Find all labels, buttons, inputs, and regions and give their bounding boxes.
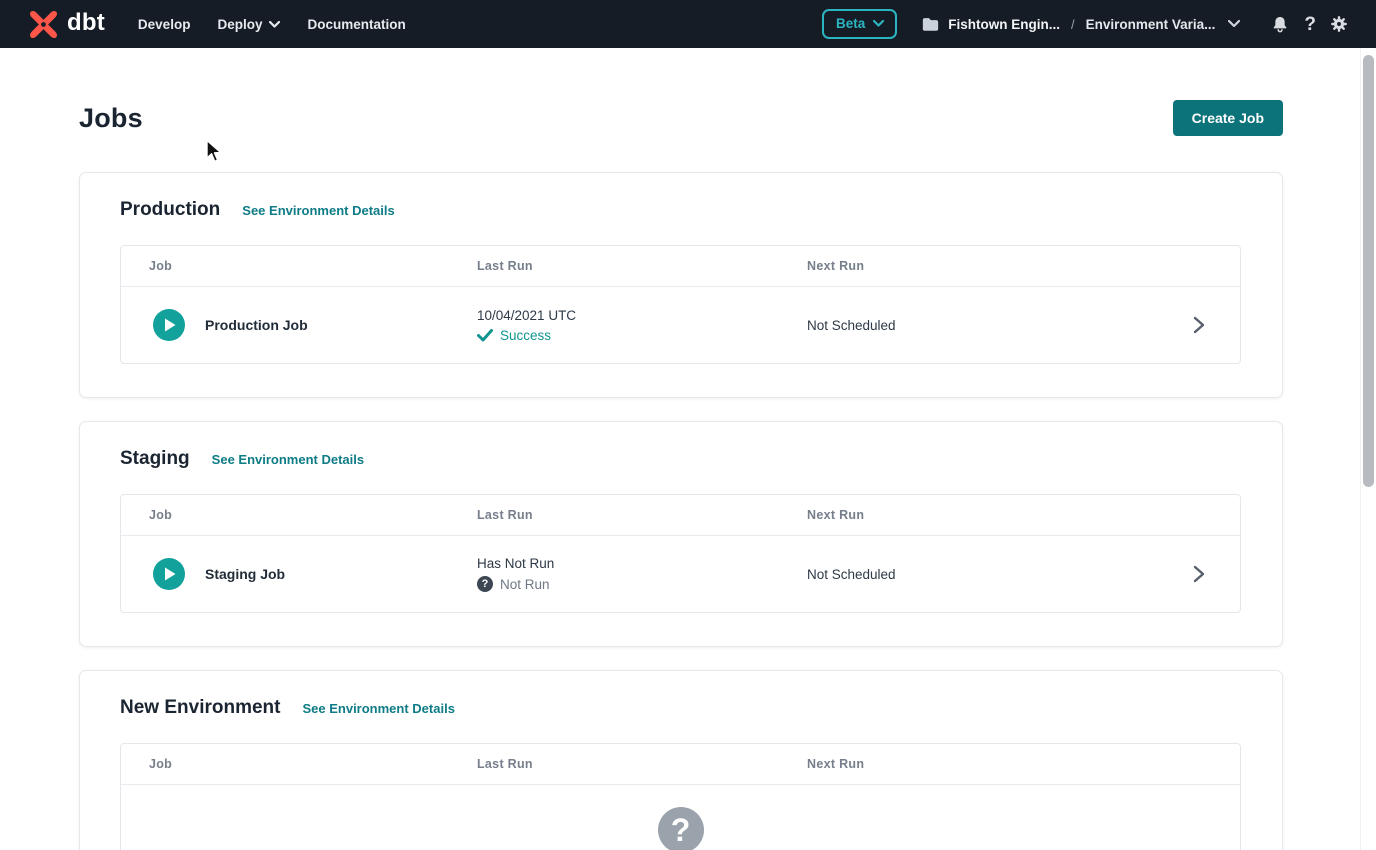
dbt-logo-icon bbox=[27, 8, 60, 41]
run-job-play-button[interactable] bbox=[153, 309, 185, 341]
help-icon[interactable]: ? bbox=[1304, 15, 1316, 34]
environment-header: New Environment See Environment Details bbox=[120, 697, 1241, 719]
breadcrumb-separator: / bbox=[1071, 17, 1075, 32]
environment-card-new-environment: New Environment See Environment Details … bbox=[79, 670, 1283, 850]
last-run-date: 10/04/2021 UTC bbox=[477, 308, 807, 323]
primary-nav: Develop Deploy Documentation bbox=[138, 17, 406, 32]
see-environment-details-link[interactable]: See Environment Details bbox=[212, 452, 364, 467]
page-header: Jobs Create Job bbox=[79, 100, 1360, 136]
success-check-icon bbox=[477, 329, 493, 342]
page-scrollbar-thumb[interactable] bbox=[1363, 55, 1374, 487]
job-name: Staging Job bbox=[205, 566, 285, 582]
column-header-last-run: Last Run bbox=[477, 757, 807, 771]
top-nav: dbt Develop Deploy Documentation Beta Fi… bbox=[0, 0, 1376, 48]
column-header-next-run: Next Run bbox=[807, 259, 1192, 273]
dbt-logo-text: dbt bbox=[67, 11, 105, 38]
column-header-last-run: Last Run bbox=[477, 259, 807, 273]
nav-item-deploy[interactable]: Deploy bbox=[217, 17, 280, 32]
environment-header: Staging See Environment Details bbox=[120, 448, 1241, 470]
nav-right-cluster: Beta Fishtown Engin... / Environment Var… bbox=[822, 9, 1348, 39]
jobs-table-header: Job Last Run Next Run bbox=[121, 744, 1240, 785]
nav-item-documentation[interactable]: Documentation bbox=[307, 17, 405, 32]
not-run-question-icon: ? bbox=[477, 576, 493, 592]
column-header-next-run: Next Run bbox=[807, 757, 1192, 771]
environment-name: Production bbox=[120, 199, 220, 221]
last-run-status: Not Run bbox=[500, 577, 550, 592]
environment-header: Production See Environment Details bbox=[120, 199, 1241, 221]
jobs-table: Job Last Run Next Run ? bbox=[120, 743, 1241, 850]
beta-dropdown[interactable]: Beta bbox=[822, 9, 897, 39]
environment-name: New Environment bbox=[120, 697, 280, 719]
see-environment-details-link[interactable]: See Environment Details bbox=[242, 203, 394, 218]
jobs-page: Jobs Create Job Production See Environme… bbox=[0, 100, 1360, 850]
chevron-down-icon[interactable] bbox=[1228, 20, 1240, 28]
chevron-down-icon bbox=[269, 21, 280, 28]
jobs-table: Job Last Run Next Run Staging Job Has No… bbox=[120, 494, 1241, 613]
column-header-last-run: Last Run bbox=[477, 508, 807, 522]
chevron-right-icon bbox=[1192, 316, 1206, 334]
breadcrumb-section[interactable]: Environment Varia... bbox=[1086, 17, 1216, 32]
jobs-table-header: Job Last Run Next Run bbox=[121, 495, 1240, 536]
next-run-value: Not Scheduled bbox=[807, 567, 1192, 582]
nav-item-deploy-label: Deploy bbox=[217, 17, 262, 32]
job-row-production-job[interactable]: Production Job 10/04/2021 UTC Success No… bbox=[121, 287, 1240, 363]
chevron-right-icon bbox=[1192, 565, 1206, 583]
play-icon bbox=[163, 567, 176, 581]
environment-name: Staging bbox=[120, 448, 190, 470]
next-run-value: Not Scheduled bbox=[807, 318, 1192, 333]
create-job-button[interactable]: Create Job bbox=[1173, 100, 1283, 136]
jobs-table-header: Job Last Run Next Run bbox=[121, 246, 1240, 287]
breadcrumb: Fishtown Engin... / Environment Varia... bbox=[922, 17, 1240, 32]
job-name: Production Job bbox=[205, 317, 308, 333]
nav-item-develop[interactable]: Develop bbox=[138, 17, 191, 32]
last-run-status: Success bbox=[500, 328, 551, 343]
settings-gear-icon[interactable] bbox=[1330, 15, 1348, 33]
jobs-table: Job Last Run Next Run Production Job 10/… bbox=[120, 245, 1241, 364]
column-header-job: Job bbox=[121, 757, 477, 771]
dbt-logo[interactable]: dbt bbox=[27, 8, 105, 41]
column-header-next-run: Next Run bbox=[807, 508, 1192, 522]
empty-jobs-state: ? bbox=[121, 785, 1240, 850]
job-row-staging-job[interactable]: Staging Job Has Not Run ? Not Run Not Sc… bbox=[121, 536, 1240, 612]
notifications-bell-icon[interactable] bbox=[1271, 15, 1289, 34]
column-header-job: Job bbox=[121, 508, 477, 522]
page-title: Jobs bbox=[79, 103, 143, 134]
chevron-down-icon bbox=[873, 20, 884, 27]
play-icon bbox=[163, 318, 176, 332]
page-scrollbar-track[interactable] bbox=[1360, 48, 1376, 850]
column-header-job: Job bbox=[121, 259, 477, 273]
folder-icon bbox=[922, 17, 939, 32]
beta-label: Beta bbox=[836, 16, 865, 31]
environment-card-production: Production See Environment Details Job L… bbox=[79, 172, 1283, 398]
see-environment-details-link[interactable]: See Environment Details bbox=[302, 701, 454, 716]
run-job-play-button[interactable] bbox=[153, 558, 185, 590]
breadcrumb-account[interactable]: Fishtown Engin... bbox=[948, 17, 1060, 32]
last-run-date: Has Not Run bbox=[477, 556, 807, 571]
environment-card-staging: Staging See Environment Details Job Last… bbox=[79, 421, 1283, 647]
empty-state-question-icon: ? bbox=[658, 807, 704, 850]
